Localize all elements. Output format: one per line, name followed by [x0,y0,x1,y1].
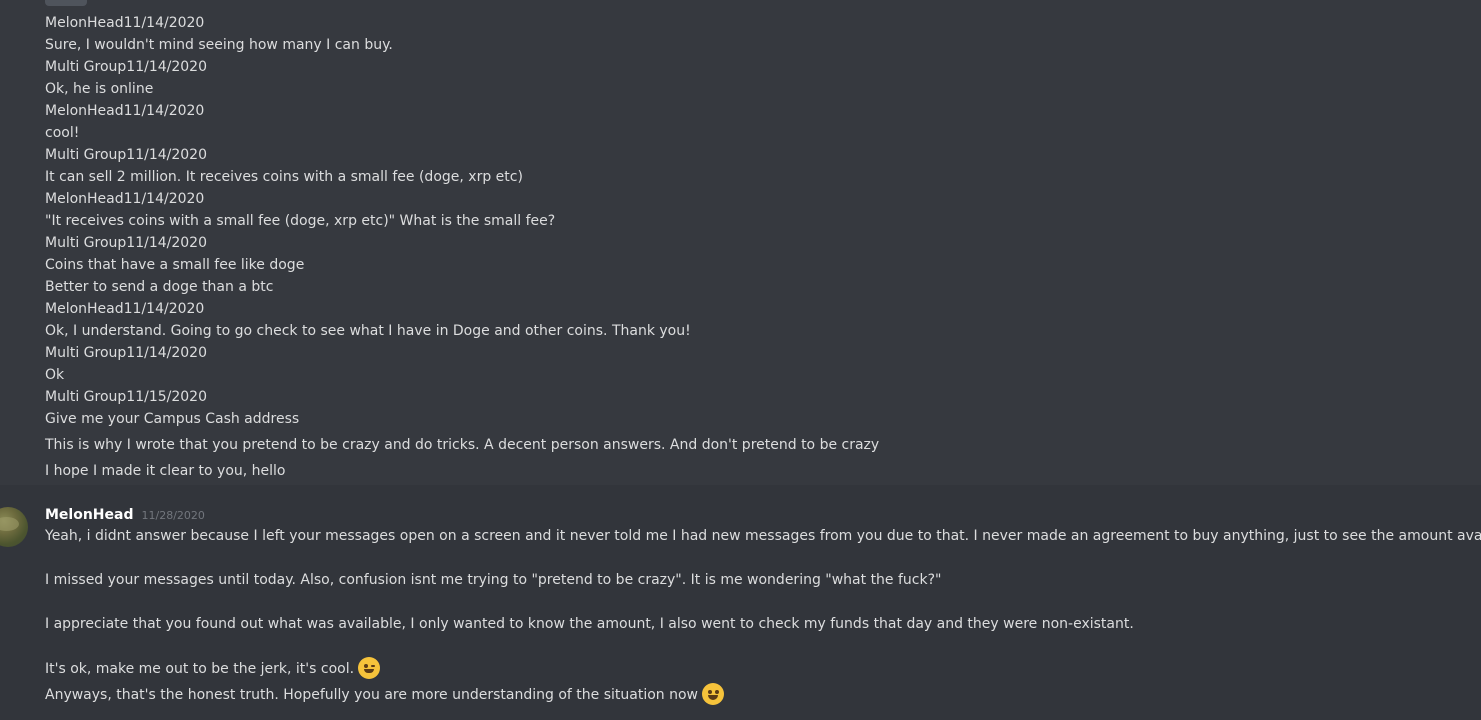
history-line: cool! [45,125,80,141]
message-line: I appreciate that you found out what was… [45,616,1134,632]
emoji-mouth-icon [708,695,718,700]
history-line: Better to send a doge than a btc [45,279,274,295]
history-line: This is why I wrote that you pretend to … [45,437,880,453]
emoji-eye-icon [708,690,712,694]
history-line: MelonHead11/14/2020 [45,15,205,31]
message-line: Yeah, i didnt answer because I left your… [45,528,1481,544]
message-header: MelonHead 11/28/2020 [45,506,205,524]
message-line: Anyways, that's the honest truth. Hopefu… [45,683,724,706]
history-line: Multi Group11/15/2020 [45,389,207,405]
history-line: Ok, he is online [45,81,154,97]
history-line: Coins that have a small fee like doge [45,257,305,273]
username[interactable]: MelonHead [45,506,134,524]
history-line: MelonHead11/14/2020 [45,301,205,317]
wink-emoji-icon [358,657,381,679]
timestamp: 11/28/2020 [141,509,205,522]
history-line: Ok [45,367,65,383]
emoji-eye-icon [371,665,376,667]
history-line: Give me your Campus Cash address [45,411,300,427]
emoji-eye-icon [364,664,369,668]
history-line: It can sell 2 million. It receives coins… [45,169,523,185]
avatar[interactable] [0,507,28,547]
history-line: Multi Group11/14/2020 [45,345,207,361]
history-line: Ok, I understand. Going to go check to s… [45,323,691,339]
message-line: It's ok, make me out to be the jerk, it'… [45,657,381,680]
emoji-eye-icon [715,690,719,694]
message-text: It's ok, make me out to be the jerk, it'… [45,661,355,677]
history-line: MelonHead11/14/2020 [45,103,205,119]
message-group: MelonHead 11/28/2020 Yeah, i didnt answe… [0,485,1481,720]
history-line: Multi Group11/14/2020 [45,147,207,163]
history-line: Multi Group11/14/2020 [45,235,207,251]
top-reaction[interactable] [45,0,87,6]
message-line: I missed your messages until today. Also… [45,572,942,588]
history-line: Sure, I wouldn't mind seeing how many I … [45,37,393,53]
emoji-mouth-icon [364,669,375,673]
history-line: MelonHead11/14/2020 [45,191,205,207]
history-line: I hope I made it clear to you, hello [45,463,286,479]
message-text: Anyways, that's the honest truth. Hopefu… [45,687,698,703]
history-line: "It receives coins with a small fee (dog… [45,213,556,229]
history-line: Multi Group11/14/2020 [45,59,207,75]
grin-emoji-icon [702,683,724,705]
